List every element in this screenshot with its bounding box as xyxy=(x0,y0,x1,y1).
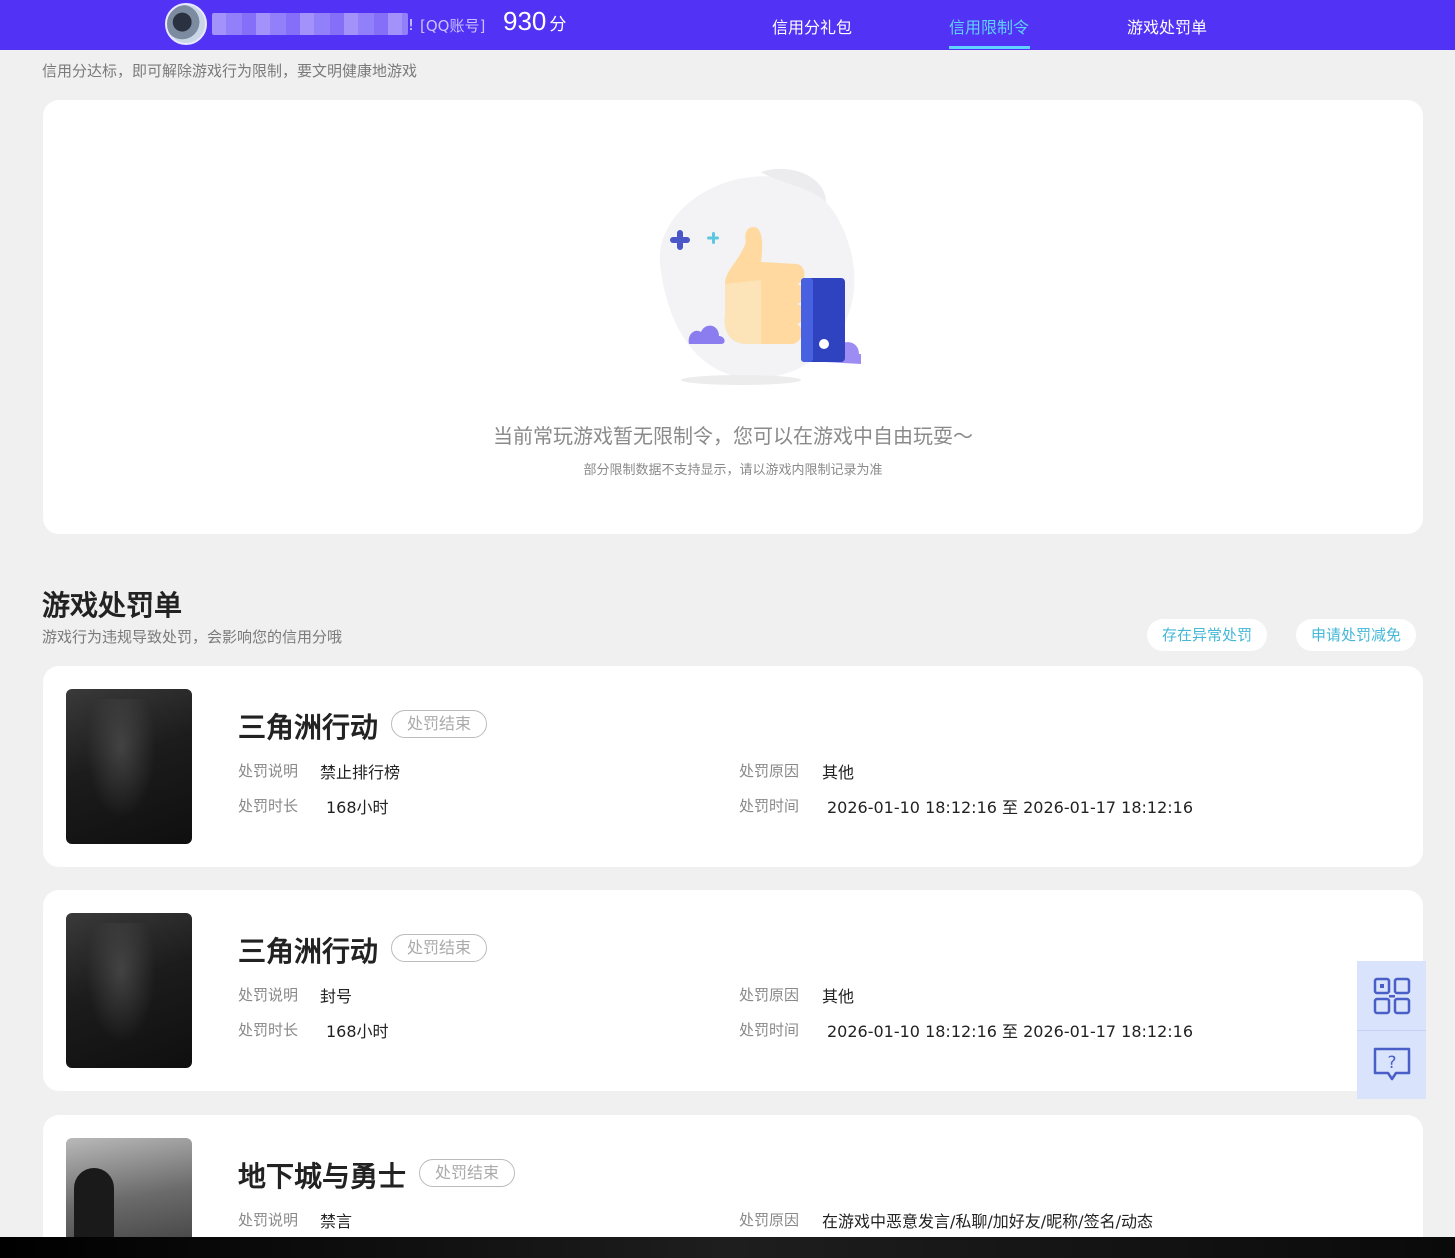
appeal-penalty-button[interactable]: 申请处罚减免 xyxy=(1296,619,1417,651)
help-button[interactable]: ? xyxy=(1357,1030,1426,1099)
penalty-section-desc: 游戏行为违规导致处罚，会影响您的信用分哦 xyxy=(42,628,343,646)
reason-label: 处罚原因 xyxy=(739,986,800,1004)
reason-value: 其他 xyxy=(822,763,855,782)
abnormal-penalty-button[interactable]: 存在异常处罚 xyxy=(1147,619,1268,651)
explain-label: 处罚说明 xyxy=(238,762,299,780)
help-chat-icon: ? xyxy=(1373,1047,1410,1081)
explain-label: 处罚说明 xyxy=(238,1211,299,1229)
game-cover-image xyxy=(66,689,192,844)
duration-value: 168小时 xyxy=(326,798,389,817)
reason-value: 在游戏中恶意发言/私聊/加好友/昵称/签名/动态 xyxy=(822,1212,1153,1231)
explain-value: 封号 xyxy=(320,987,353,1006)
tab-credit-gift[interactable]: 信用分礼包 xyxy=(772,14,852,38)
status-badge: 处罚结束 xyxy=(419,1159,516,1187)
time-value: 2026-01-10 18:12:16 至 2026-01-17 18:12:1… xyxy=(827,798,1194,817)
limit-subtitle: 信用分达标，即可解除游戏行为限制，要文明健康地游戏 xyxy=(42,62,418,80)
time-label: 处罚时间 xyxy=(739,1021,800,1039)
time-value: 2026-01-10 18:12:16 至 2026-01-17 18:12:1… xyxy=(827,1022,1194,1041)
qr-code-button[interactable] xyxy=(1357,961,1426,1030)
avatar[interactable] xyxy=(165,3,207,45)
penalty-card: 三角洲行动 处罚结束 处罚说明 封号 处罚原因 其他 处罚时长 168小时 处罚… xyxy=(43,890,1423,1091)
penalty-section-title: 游戏处罚单 xyxy=(42,589,183,622)
bottom-edge-strip xyxy=(0,1237,1455,1258)
reason-label: 处罚原因 xyxy=(739,762,800,780)
empty-note: 部分限制数据不支持显示，请以游戏内限制记录为准 xyxy=(583,463,883,478)
tab-credit-limit[interactable]: 信用限制令 xyxy=(949,14,1029,38)
game-title: 三角洲行动 xyxy=(238,935,379,968)
penalty-card: 三角洲行动 处罚结束 处罚说明 禁止排行榜 处罚原因 其他 处罚时长 168小时… xyxy=(43,666,1423,867)
duration-label: 处罚时长 xyxy=(238,797,299,815)
thumbs-up-icon xyxy=(659,168,861,385)
username-suffix: ! xyxy=(408,16,415,34)
explain-value: 禁言 xyxy=(320,1212,353,1231)
game-title: 地下城与勇士 xyxy=(238,1160,407,1193)
active-tab-indicator xyxy=(949,46,1030,49)
reason-value: 其他 xyxy=(822,987,855,1006)
status-badge: 处罚结束 xyxy=(391,710,488,738)
status-badge: 处罚结束 xyxy=(391,934,488,962)
account-type-tag: [QQ账号] xyxy=(420,17,486,35)
tab-game-penalty[interactable]: 游戏处罚单 xyxy=(1127,14,1207,38)
explain-value: 禁止排行榜 xyxy=(320,763,401,782)
duration-value: 168小时 xyxy=(326,1022,389,1041)
game-cover-image xyxy=(66,913,192,1068)
credit-score: 930 分 xyxy=(503,6,566,37)
reason-label: 处罚原因 xyxy=(739,1211,800,1229)
duration-label: 处罚时长 xyxy=(238,1021,299,1039)
limit-empty-card: 当前常玩游戏暂无限制令，您可以在游戏中自由玩耍～ 部分限制数据不支持显示，请以游… xyxy=(43,100,1423,534)
time-label: 处罚时间 xyxy=(739,797,800,815)
credit-score-value: 930 xyxy=(503,6,547,36)
top-nav-bar: ! [QQ账号] 930 分 信用分礼包 信用限制令 游戏处罚单 xyxy=(0,0,1455,50)
svg-text:?: ? xyxy=(1387,1053,1396,1073)
masked-username xyxy=(212,13,408,35)
credit-score-unit: 分 xyxy=(549,15,567,34)
qr-code-icon xyxy=(1373,977,1410,1014)
explain-label: 处罚说明 xyxy=(238,986,299,1004)
side-float-toolbar: ? xyxy=(1357,961,1426,1099)
game-title: 三角洲行动 xyxy=(238,711,379,744)
empty-message: 当前常玩游戏暂无限制令，您可以在游戏中自由玩耍～ xyxy=(493,424,973,448)
